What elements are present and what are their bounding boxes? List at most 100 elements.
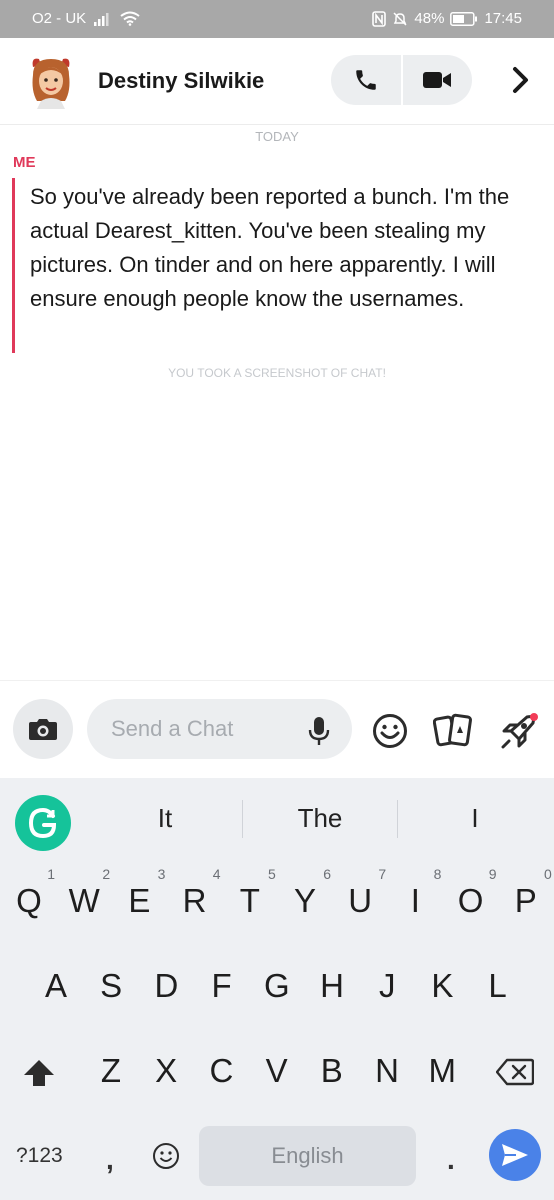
keyboard: It The I Q1W2E3R4T5Y6U7I8O9P0 ASDFGHJKL … — [0, 778, 554, 1200]
message-text[interactable]: So you've already been reported a bunch.… — [30, 180, 540, 316]
key-y[interactable]: Y6 — [285, 867, 331, 929]
key-label: U — [348, 882, 373, 919]
key-label: B — [320, 1052, 343, 1089]
key-label: S — [100, 967, 123, 1004]
signal-icon — [94, 12, 109, 26]
key-g[interactable]: G — [257, 966, 297, 1014]
video-call-button[interactable] — [403, 55, 473, 105]
key-label: Q — [16, 882, 42, 919]
key-label: R — [182, 882, 207, 919]
notification-dot — [530, 713, 538, 721]
suggestion-2[interactable]: The — [243, 803, 397, 834]
grammarly-icon — [28, 807, 57, 839]
key-d[interactable]: D — [146, 966, 186, 1014]
key-label: G — [263, 967, 290, 1004]
camera-icon — [29, 719, 57, 740]
mic-icon[interactable] — [308, 716, 330, 746]
key-l[interactable]: L — [478, 966, 518, 1014]
key-number-hint: 9 — [488, 866, 497, 882]
key-label: W — [68, 882, 100, 919]
battery-icon — [450, 11, 478, 26]
key-i[interactable]: I8 — [395, 867, 442, 929]
key-label: L — [488, 967, 507, 1004]
key-m[interactable]: M — [422, 1051, 462, 1099]
key-number-hint: 6 — [323, 866, 331, 882]
wifi-icon — [120, 11, 140, 26]
key-f[interactable]: F — [202, 966, 242, 1014]
phone-icon — [356, 70, 376, 90]
key-j[interactable]: J — [367, 966, 407, 1014]
key-u[interactable]: U7 — [340, 867, 386, 929]
key-label: E — [128, 882, 151, 919]
message-accent-bar — [12, 178, 15, 353]
cards-icon[interactable] — [433, 711, 473, 751]
key-label: N — [375, 1052, 399, 1089]
key-o[interactable]: O9 — [451, 867, 497, 929]
grammarly-button[interactable] — [15, 795, 71, 851]
key-e[interactable]: E3 — [119, 867, 165, 929]
key-b[interactable]: B — [312, 1051, 352, 1099]
key-label: I — [410, 882, 420, 919]
date-separator: TODAY — [255, 129, 299, 144]
key-label: M — [428, 1052, 456, 1089]
emoji-key-icon[interactable] — [152, 1142, 180, 1170]
key-t[interactable]: T5 — [230, 867, 276, 929]
key-z[interactable]: Z — [91, 1051, 131, 1099]
camera-button[interactable] — [13, 699, 73, 759]
key-label: F — [211, 967, 232, 1004]
key-c[interactable]: C — [201, 1051, 241, 1099]
key-label: Z — [100, 1052, 122, 1089]
suggestion-3[interactable]: I — [398, 803, 552, 834]
chevron-right-icon[interactable] — [507, 66, 535, 94]
key-h[interactable]: H — [312, 966, 352, 1014]
key-number-hint: 7 — [378, 866, 387, 882]
key-label: A — [44, 967, 67, 1004]
space-key[interactable]: English — [199, 1126, 416, 1186]
key-n[interactable]: N — [367, 1051, 407, 1099]
video-icon — [423, 72, 452, 88]
chat-header: Destiny Silwikie — [0, 38, 554, 125]
key-x[interactable]: X — [146, 1051, 186, 1099]
backspace-key[interactable] — [496, 1058, 534, 1086]
call-actions — [331, 55, 472, 105]
smiley-icon[interactable] — [372, 713, 408, 749]
key-w[interactable]: W2 — [64, 867, 111, 929]
key-v[interactable]: V — [257, 1051, 297, 1099]
compose-bar — [0, 680, 554, 779]
key-number-hint: 5 — [268, 866, 276, 882]
key-number-hint: 0 — [544, 866, 552, 882]
send-icon — [502, 1144, 528, 1166]
avatar[interactable] — [27, 53, 75, 109]
key-label: C — [209, 1052, 234, 1089]
key-label: V — [265, 1052, 288, 1089]
symbols-key[interactable]: ?123 — [16, 1144, 63, 1168]
key-s[interactable]: S — [91, 966, 131, 1014]
key-label: D — [154, 967, 179, 1004]
period-key[interactable]: . — [447, 1144, 455, 1176]
nfc-icon — [372, 10, 387, 27]
key-a[interactable]: A — [36, 966, 76, 1014]
carrier-label: O2 - UK — [32, 10, 87, 27]
clock: 17:45 — [484, 10, 522, 27]
key-number-hint: 2 — [102, 866, 111, 882]
key-label: Y — [293, 882, 316, 919]
key-k[interactable]: K — [422, 966, 462, 1014]
key-label: P — [514, 882, 537, 919]
key-r[interactable]: R4 — [175, 867, 221, 929]
rocket-icon[interactable] — [497, 711, 539, 753]
key-number-hint: 1 — [47, 866, 55, 882]
suggestion-1[interactable]: It — [88, 803, 242, 834]
send-key[interactable] — [489, 1129, 541, 1181]
comma-key[interactable]: , — [106, 1144, 114, 1176]
contact-name[interactable]: Destiny Silwikie — [98, 68, 264, 94]
shift-key[interactable] — [22, 1058, 56, 1088]
key-label: J — [378, 967, 396, 1004]
key-number-hint: 3 — [157, 866, 166, 882]
key-label: T — [239, 882, 260, 919]
key-label: H — [320, 967, 344, 1004]
mute-bell-icon — [393, 11, 407, 26]
key-q[interactable]: Q1 — [9, 867, 55, 929]
key-label: O — [457, 882, 484, 919]
key-p[interactable]: P0 — [506, 867, 552, 929]
voice-call-button[interactable] — [331, 55, 401, 105]
